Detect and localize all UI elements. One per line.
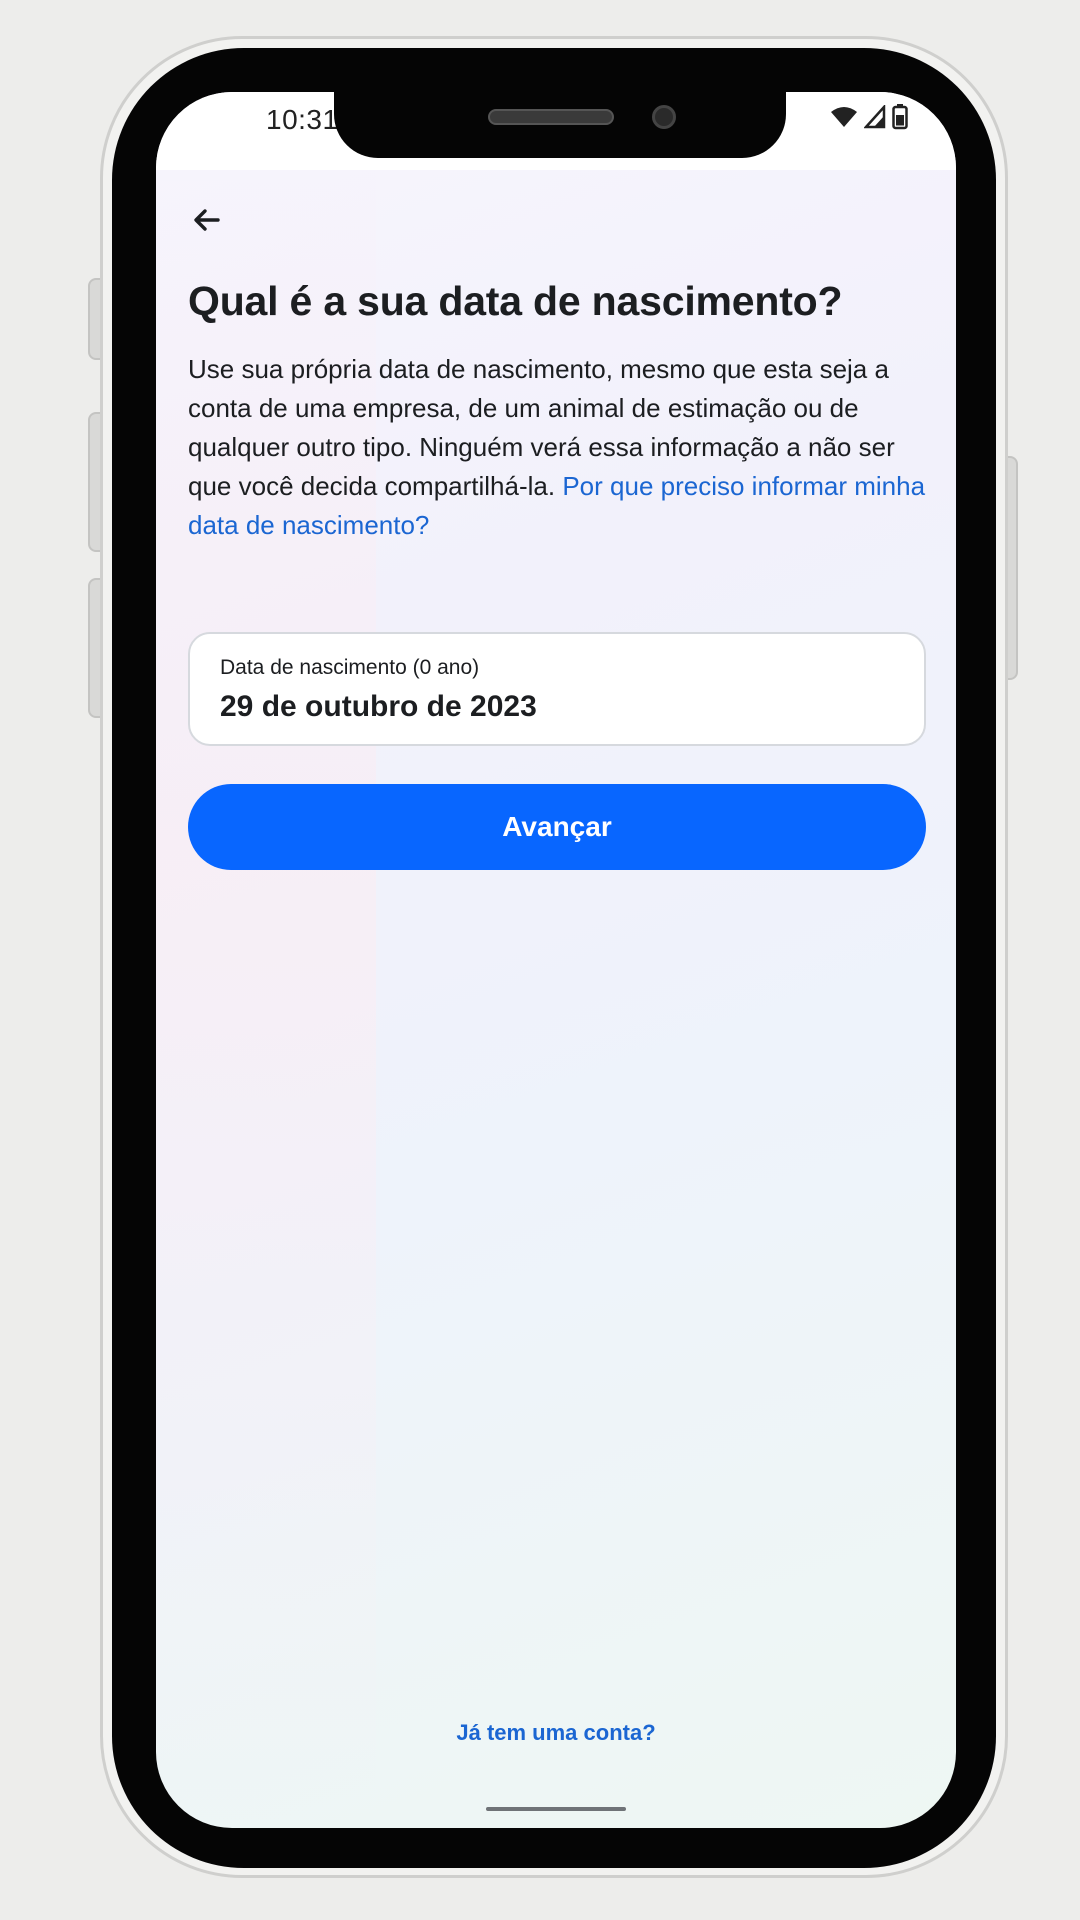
birthday-label: Data de nascimento (0 ano)	[220, 656, 480, 679]
arrow-left-icon	[194, 209, 220, 231]
login-link: Já tem uma conta?	[156, 1720, 956, 1746]
next-button[interactable]: Avançar	[188, 784, 926, 870]
login-link-text[interactable]: Já tem uma conta?	[456, 1720, 655, 1745]
notch	[334, 92, 786, 158]
wifi-icon	[830, 105, 858, 129]
status-icons	[830, 104, 908, 130]
device-mockup: 10:31 Qual é a sua data de nascimento? U…	[0, 0, 1080, 1920]
battery-icon	[892, 104, 908, 130]
birthday-value: 29 de outubro de 2023	[220, 690, 537, 723]
description: Use sua própria data de nascimento, mesm…	[188, 350, 928, 545]
page-title: Qual é a sua data de nascimento?	[188, 278, 843, 324]
app-screen: 10:31 Qual é a sua data de nascimento? U…	[156, 92, 956, 1828]
speaker-grille	[488, 109, 614, 125]
signal-icon	[864, 105, 886, 129]
home-indicator[interactable]	[486, 1807, 626, 1811]
back-button[interactable]	[188, 200, 228, 240]
status-time: 10:31	[266, 104, 339, 135]
front-camera	[652, 105, 676, 129]
birthday-field[interactable]: Data de nascimento (0 ano) 29 de outubro…	[188, 632, 926, 746]
